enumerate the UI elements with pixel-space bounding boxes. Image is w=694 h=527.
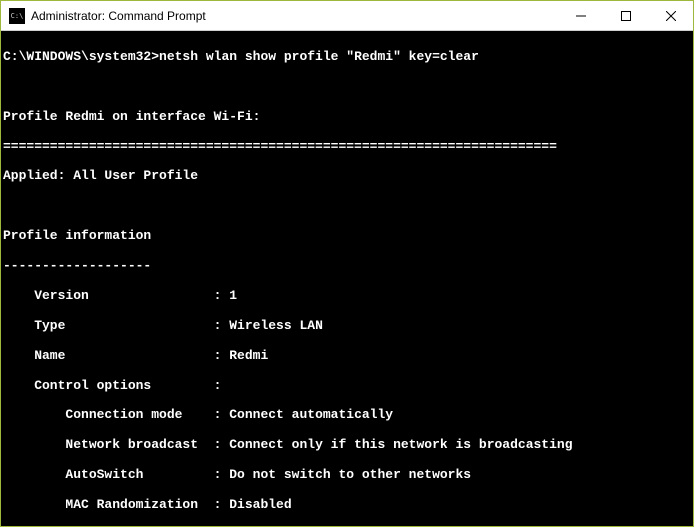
field-value: Wireless LAN — [229, 318, 323, 333]
applied-line: Applied: All User Profile — [3, 169, 691, 184]
prompt-path: C:\WINDOWS\system32> — [3, 49, 159, 64]
field-row: Control options : — [3, 379, 691, 394]
field-label: AutoSwitch : — [3, 467, 229, 482]
field-row: Name : Redmi — [3, 349, 691, 364]
field-row: Network broadcast : Connect only if this… — [3, 438, 691, 453]
minimize-button[interactable] — [558, 1, 603, 30]
field-label: MAC Randomization : — [3, 497, 229, 512]
blank-line — [3, 199, 691, 214]
field-row: Connection mode : Connect automatically — [3, 408, 691, 423]
prompt-line: C:\WINDOWS\system32>netsh wlan show prof… — [3, 50, 691, 65]
field-label: Name : — [3, 348, 229, 363]
titlebar-buttons — [558, 1, 693, 30]
field-label: Network broadcast : — [3, 437, 229, 452]
maximize-icon — [621, 11, 631, 21]
separator-line: ========================================… — [3, 140, 691, 155]
field-value: Connect automatically — [229, 407, 393, 422]
field-value: 1 — [229, 288, 237, 303]
field-row: AutoSwitch : Do not switch to other netw… — [3, 468, 691, 483]
maximize-button[interactable] — [603, 1, 648, 30]
command-prompt-icon — [9, 8, 25, 24]
field-row: Version : 1 — [3, 289, 691, 304]
field-label: Connection mode : — [3, 407, 229, 422]
window-title: Administrator: Command Prompt — [31, 9, 558, 23]
field-value: Redmi — [229, 348, 268, 363]
command-prompt-window: Administrator: Command Prompt C:\WINDOWS… — [0, 0, 694, 527]
minimize-icon — [576, 11, 586, 21]
profile-header: Profile Redmi on interface Wi-Fi: — [3, 110, 691, 125]
field-row: MAC Randomization : Disabled — [3, 498, 691, 513]
field-label: Version : — [3, 288, 229, 303]
field-value: Do not switch to other networks — [229, 467, 471, 482]
field-value: Connect only if this network is broadcas… — [229, 437, 572, 452]
command-text: netsh wlan show profile "Redmi" key=clea… — [159, 49, 479, 64]
field-label: Type : — [3, 318, 229, 333]
field-row: Type : Wireless LAN — [3, 319, 691, 334]
field-value: Disabled — [229, 497, 291, 512]
blank-line — [3, 80, 691, 95]
section-underline: ------------------- — [3, 259, 691, 274]
close-icon — [666, 11, 676, 21]
section-profile-info: Profile information — [3, 229, 691, 244]
titlebar[interactable]: Administrator: Command Prompt — [1, 1, 693, 31]
close-button[interactable] — [648, 1, 693, 30]
terminal-output[interactable]: C:\WINDOWS\system32>netsh wlan show prof… — [1, 31, 693, 526]
